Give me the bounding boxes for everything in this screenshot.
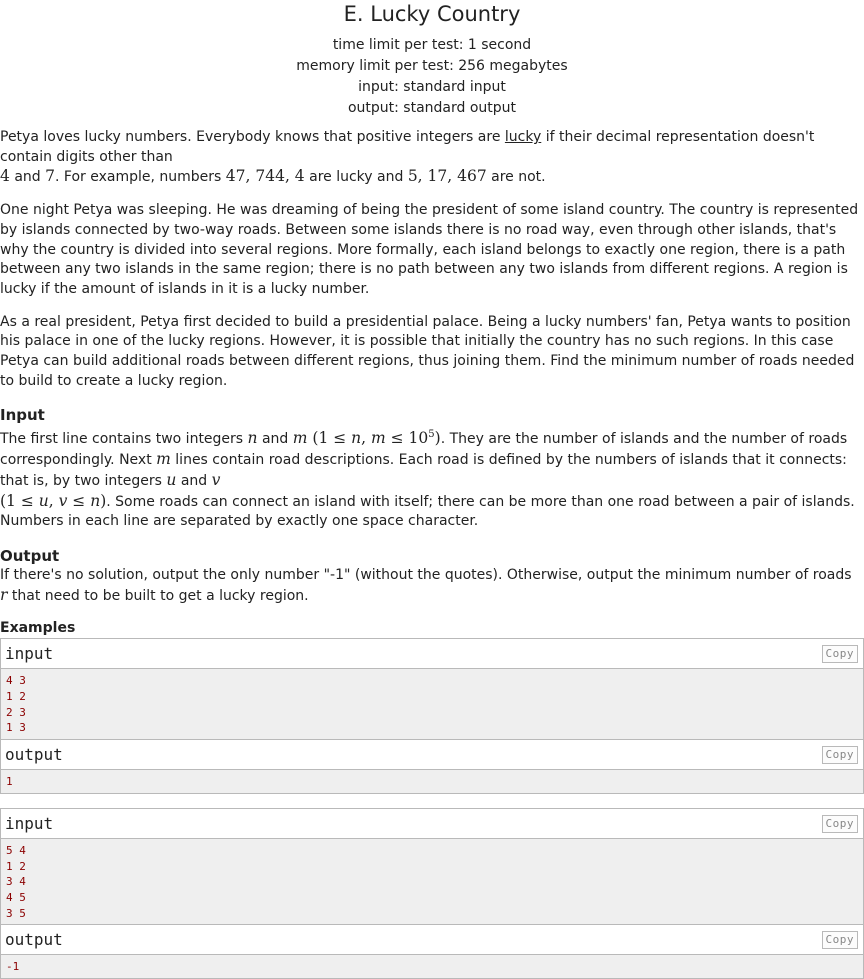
- problem-title: E. Lucky Country: [343, 2, 521, 26]
- copy-button[interactable]: Copy: [821, 746, 858, 765]
- math: ≤: [67, 491, 91, 510]
- math-4: 4: [0, 167, 10, 186]
- text: and: [9, 169, 46, 186]
- math-u: u: [166, 470, 177, 489]
- output-specification: If there's no solution, output the only …: [0, 566, 864, 606]
- example-1-input-header: input Copy: [1, 639, 863, 670]
- math-n: n: [247, 429, 258, 448]
- math-m: m: [156, 450, 171, 469]
- example-1-output: 1: [1, 770, 863, 793]
- example-2-output-header: output Copy: [1, 924, 863, 956]
- text: If there's no solution, output the only …: [0, 566, 852, 583]
- input-file: input: standard input: [358, 79, 506, 95]
- math: (1 ≤: [0, 491, 39, 510]
- math: (1 ≤: [307, 429, 352, 448]
- legend-paragraph-2: One night Petya was sleeping. He was dre…: [0, 202, 859, 297]
- math-m: m: [371, 429, 386, 448]
- legend-paragraph-3: As a real president, Petya first decided…: [0, 313, 855, 389]
- text: . For example, numbers: [55, 169, 226, 186]
- example-2-output: -1: [1, 955, 863, 979]
- input-specification: The first line contains two integers n a…: [0, 425, 864, 532]
- math-n: n: [351, 429, 362, 448]
- example-1-output-header: output Copy: [1, 739, 863, 771]
- examples-title: Examples: [0, 620, 76, 637]
- output-label: output: [5, 930, 63, 950]
- text: are lucky and: [304, 169, 408, 186]
- copy-button[interactable]: Copy: [821, 814, 858, 833]
- output-label: output: [5, 745, 63, 765]
- math-7: 7: [45, 167, 55, 186]
- example-2-input: 5 4 1 2 3 4 4 5 3 5: [1, 838, 863, 925]
- output-file: output: standard output: [347, 100, 517, 116]
- time-limit: time limit per test: 1 second: [332, 37, 532, 53]
- output-section-title: Output: [0, 546, 60, 565]
- math-u: u: [38, 491, 49, 510]
- text: and: [257, 431, 293, 448]
- problem-header: E. Lucky Country time limit per test: 1 …: [0, 0, 864, 119]
- text: and: [176, 472, 212, 489]
- math-v: v: [211, 470, 221, 489]
- math-n: n: [90, 491, 101, 510]
- text: . Some roads can connect an island with …: [0, 493, 855, 530]
- example-2-input-header: input Copy: [1, 808, 863, 839]
- input-section-title: Input: [0, 406, 45, 425]
- lucky-term: lucky: [504, 129, 542, 145]
- copy-button[interactable]: Copy: [821, 931, 858, 950]
- math-unlucky-numbers: 5, 17, 467: [407, 167, 487, 186]
- math-lucky-numbers: 47, 744, 4: [225, 167, 305, 186]
- math: ,: [361, 429, 372, 448]
- legend-paragraph-1: Petya loves lucky numbers. Everybody kno…: [0, 128, 864, 188]
- problem-statement: Petya loves lucky numbers. Everybody kno…: [0, 128, 864, 979]
- input-label: input: [5, 813, 54, 833]
- example-1: input Copy 4 3 1 2 2 3 1 3 output Copy 1: [0, 638, 864, 794]
- copy-button[interactable]: Copy: [821, 645, 858, 664]
- math-m: m: [292, 429, 308, 448]
- text: that need to be built to get a lucky reg…: [7, 587, 309, 604]
- text: Petya loves lucky numbers. Everybody kno…: [0, 129, 505, 145]
- example-1-input: 4 3 1 2 2 3 1 3: [1, 669, 863, 740]
- input-label: input: [5, 644, 54, 664]
- math: ≤ 10: [385, 429, 429, 448]
- example-2: input Copy 5 4 1 2 3 4 4 5 3 5 output Co…: [0, 807, 864, 979]
- text: The first line contains two integers: [0, 431, 248, 448]
- text: are not.: [486, 169, 546, 186]
- memory-limit: memory limit per test: 256 megabytes: [296, 58, 568, 74]
- math: ,: [48, 491, 59, 510]
